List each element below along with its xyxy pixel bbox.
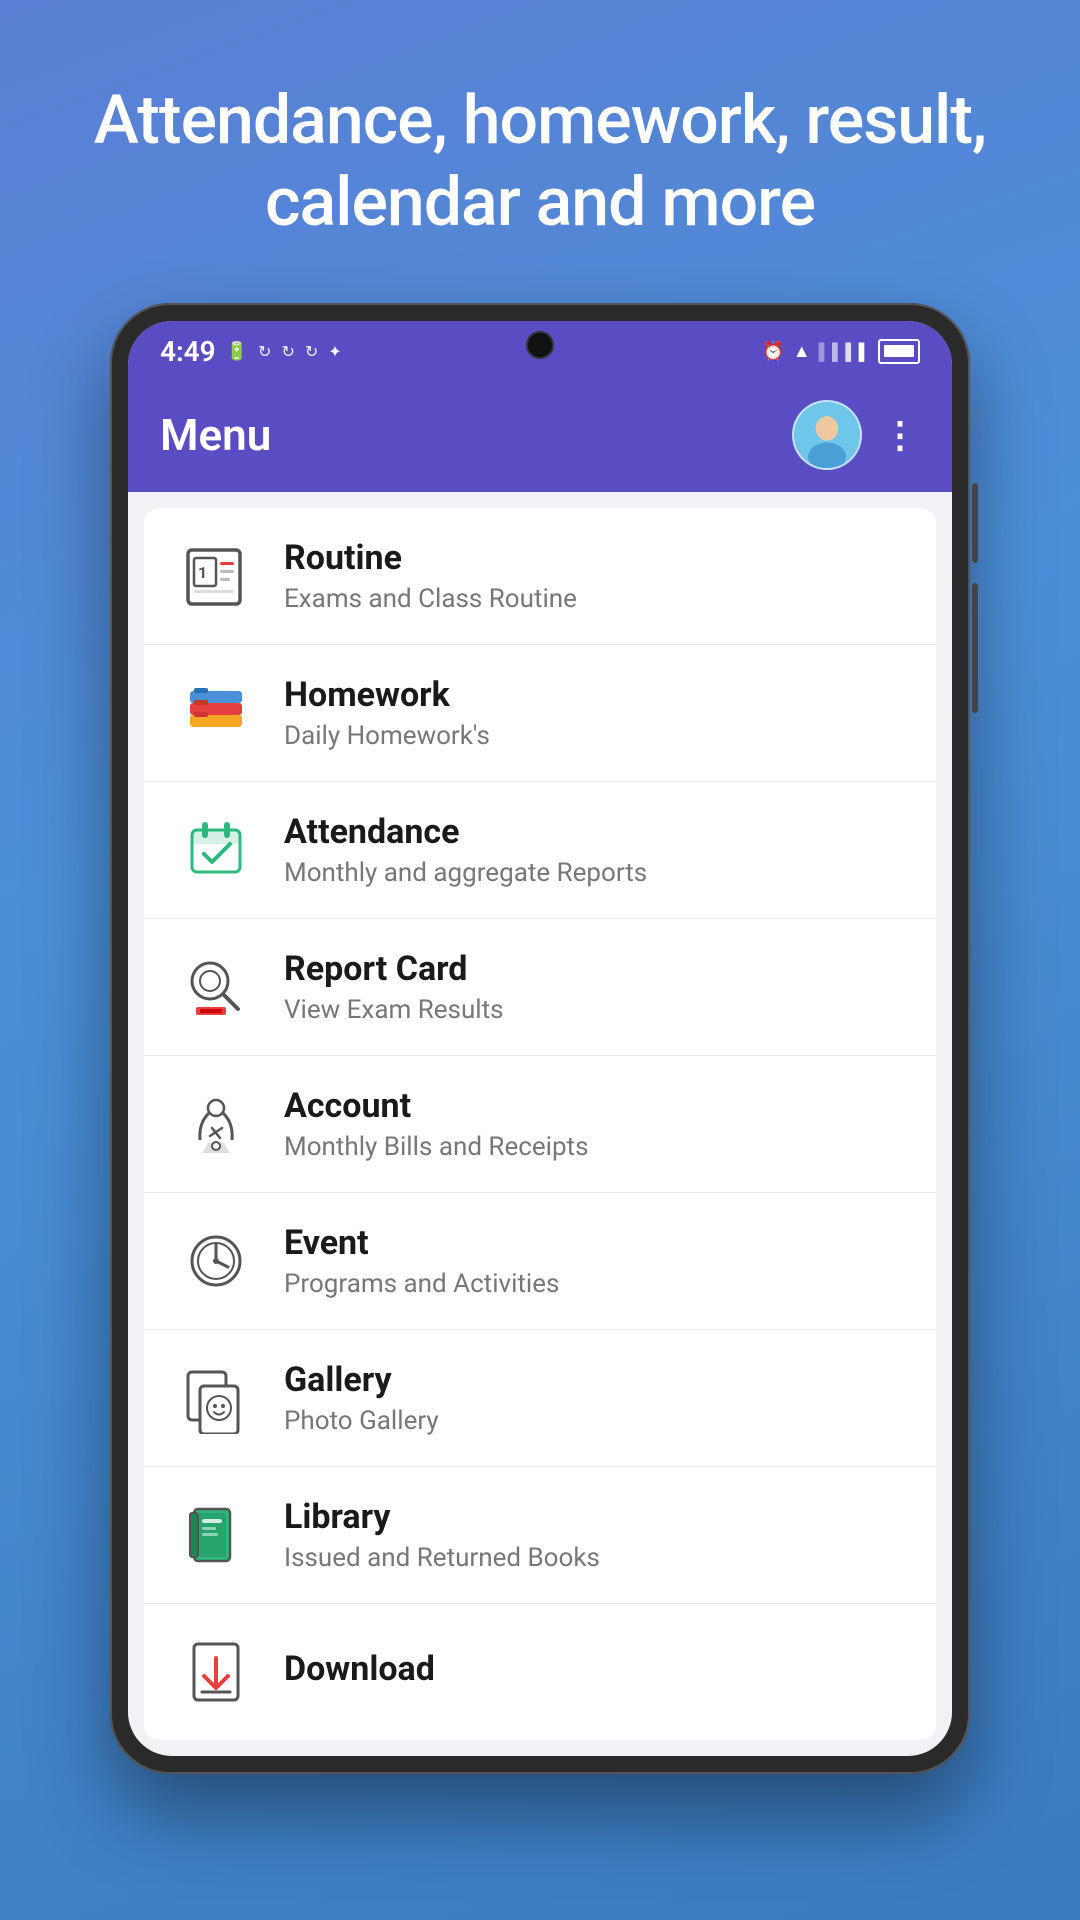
account-icon bbox=[176, 1084, 256, 1164]
event-text: Event Programs and Activities bbox=[284, 1223, 904, 1299]
menu-item-gallery[interactable]: Gallery Photo Gallery bbox=[144, 1330, 936, 1467]
report-card-icon bbox=[176, 947, 256, 1027]
status-time: 4:49 bbox=[160, 335, 216, 368]
gallery-subtitle: Photo Gallery bbox=[284, 1406, 904, 1436]
routine-title: Routine bbox=[284, 538, 904, 578]
app-header: Menu ⋮ bbox=[128, 378, 952, 492]
menu-list: 1 Routine Exams and Class Routine bbox=[144, 508, 936, 1740]
library-title: Library bbox=[284, 1497, 904, 1537]
homework-text: Homework Daily Homework's bbox=[284, 675, 904, 751]
menu-item-event[interactable]: Event Programs and Activities bbox=[144, 1193, 936, 1330]
library-text: Library Issued and Returned Books bbox=[284, 1497, 904, 1573]
attendance-icon bbox=[176, 810, 256, 890]
app-icon: ✦ bbox=[328, 342, 341, 361]
header-actions: ⋮ bbox=[792, 400, 920, 470]
report-card-title: Report Card bbox=[284, 949, 904, 989]
power-button bbox=[972, 583, 978, 713]
download-title: Download bbox=[284, 1649, 904, 1689]
menu-item-library[interactable]: Library Issued and Returned Books bbox=[144, 1467, 936, 1604]
phone-screen: 4:49 🔋 ↻ ↻ ↻ ✦ ⏰ ▲ ▌▌▌▌ Menu bbox=[128, 321, 952, 1756]
event-icon bbox=[176, 1221, 256, 1301]
library-icon bbox=[176, 1495, 256, 1575]
homework-subtitle: Daily Homework's bbox=[284, 721, 904, 751]
menu-item-routine[interactable]: 1 Routine Exams and Class Routine bbox=[144, 508, 936, 645]
svg-text:1: 1 bbox=[198, 563, 207, 582]
event-subtitle: Programs and Activities bbox=[284, 1269, 904, 1299]
sync-icon-3: ↻ bbox=[305, 342, 318, 361]
attendance-text: Attendance Monthly and aggregate Reports bbox=[284, 812, 904, 888]
routine-subtitle: Exams and Class Routine bbox=[284, 584, 904, 614]
gallery-icon bbox=[176, 1358, 256, 1438]
phone-frame: 4:49 🔋 ↻ ↻ ↻ ✦ ⏰ ▲ ▌▌▌▌ Menu bbox=[110, 303, 970, 1774]
account-subtitle: Monthly Bills and Receipts bbox=[284, 1132, 904, 1162]
account-text: Account Monthly Bills and Receipts bbox=[284, 1086, 904, 1162]
routine-icon: 1 bbox=[176, 536, 256, 616]
report-card-text: Report Card View Exam Results bbox=[284, 949, 904, 1025]
charging-icon: 🔋 bbox=[226, 341, 248, 362]
camera-notch bbox=[526, 331, 554, 359]
download-icon bbox=[176, 1632, 256, 1712]
hero-title: Attendance, homework, result, calendar a… bbox=[0, 0, 1080, 303]
download-text: Download bbox=[284, 1649, 904, 1695]
menu-item-download[interactable]: Download bbox=[144, 1604, 936, 1740]
signal-icon: ▌▌▌▌ bbox=[819, 342, 870, 362]
status-bar-right: ⏰ ▲ ▌▌▌▌ bbox=[762, 339, 920, 364]
attendance-title: Attendance bbox=[284, 812, 904, 852]
avatar[interactable] bbox=[792, 400, 862, 470]
homework-title: Homework bbox=[284, 675, 904, 715]
wifi-icon: ▲ bbox=[793, 341, 811, 362]
alarm-icon: ⏰ bbox=[762, 341, 784, 362]
gallery-title: Gallery bbox=[284, 1360, 904, 1400]
menu-item-homework[interactable]: Homework Daily Homework's bbox=[144, 645, 936, 782]
menu-item-account[interactable]: Account Monthly Bills and Receipts bbox=[144, 1056, 936, 1193]
gallery-text: Gallery Photo Gallery bbox=[284, 1360, 904, 1436]
account-title: Account bbox=[284, 1086, 904, 1126]
volume-button bbox=[972, 483, 978, 563]
report-card-subtitle: View Exam Results bbox=[284, 995, 904, 1025]
menu-item-report-card[interactable]: Report Card View Exam Results bbox=[144, 919, 936, 1056]
sync-icon-1: ↻ bbox=[258, 342, 271, 361]
event-title: Event bbox=[284, 1223, 904, 1263]
sync-icon-2: ↻ bbox=[281, 342, 294, 361]
app-header-title: Menu bbox=[160, 409, 271, 461]
library-subtitle: Issued and Returned Books bbox=[284, 1543, 904, 1573]
homework-icon bbox=[176, 673, 256, 753]
attendance-subtitle: Monthly and aggregate Reports bbox=[284, 858, 904, 888]
battery-icon bbox=[878, 339, 920, 364]
more-options-button[interactable]: ⋮ bbox=[882, 414, 920, 456]
menu-item-attendance[interactable]: Attendance Monthly and aggregate Reports bbox=[144, 782, 936, 919]
status-bar-left: 4:49 🔋 ↻ ↻ ↻ ✦ bbox=[160, 335, 342, 368]
routine-text: Routine Exams and Class Routine bbox=[284, 538, 904, 614]
